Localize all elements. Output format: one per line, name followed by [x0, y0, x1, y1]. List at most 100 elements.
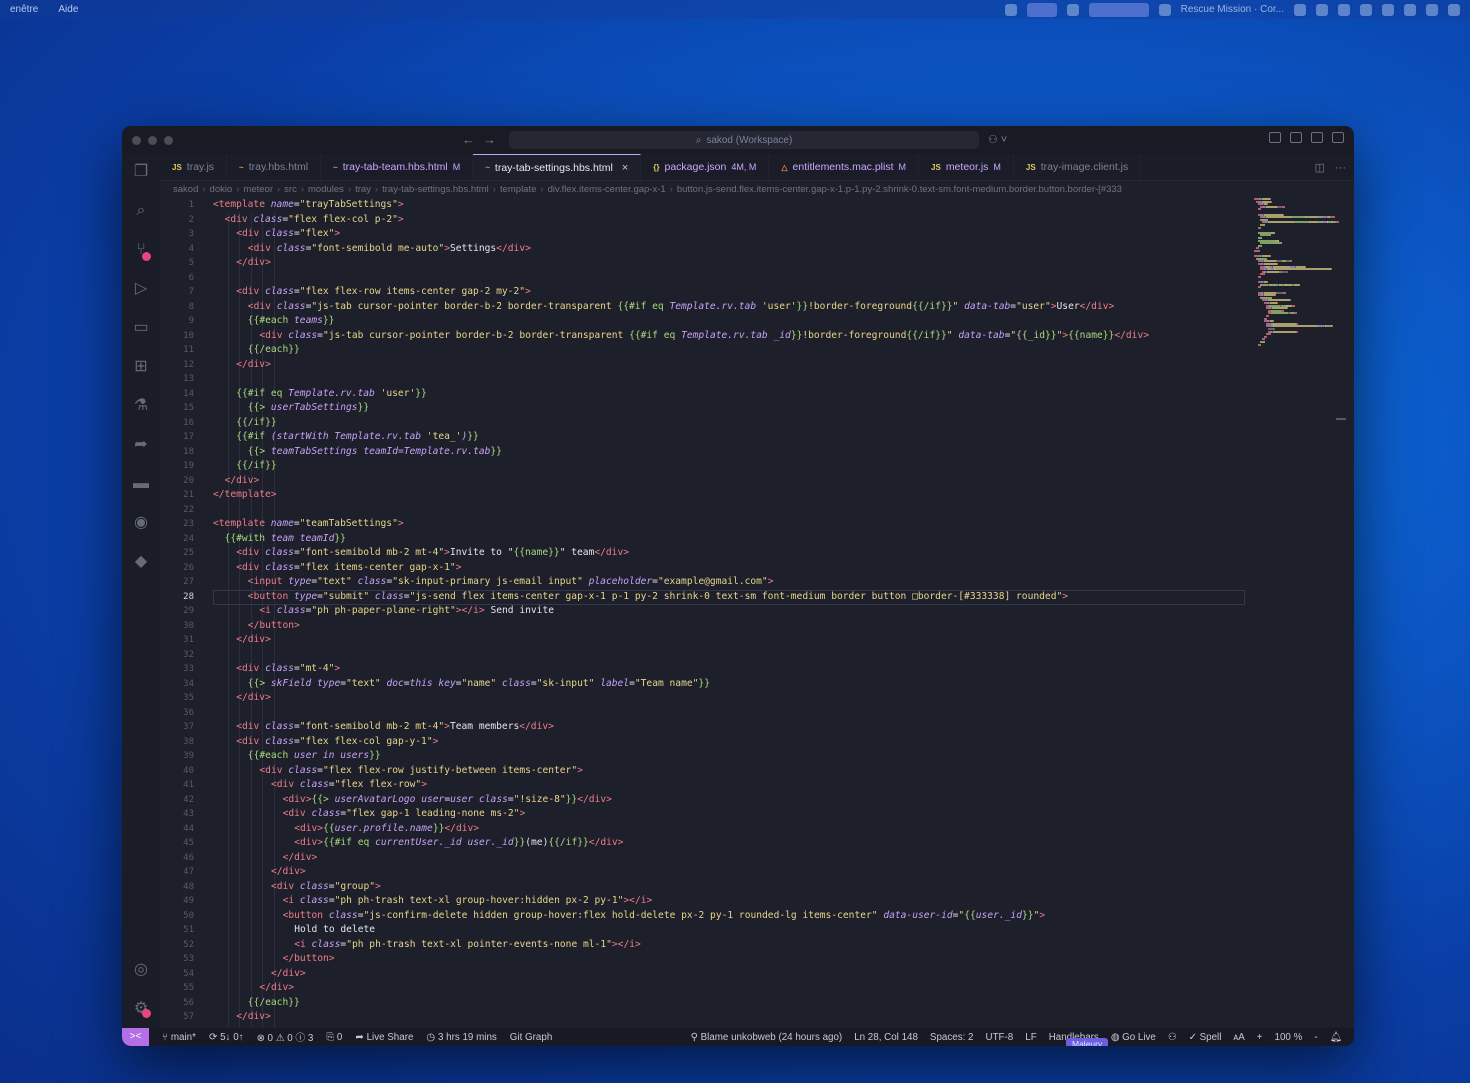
code-line[interactable]: 31 </div>: [160, 633, 1354, 648]
code-line[interactable]: 5 </div>: [160, 256, 1354, 271]
search-icon[interactable]: ⌕: [131, 201, 151, 221]
code-line[interactable]: 39 {{#each user in users}}: [160, 749, 1354, 764]
code-line[interactable]: 2 <div class="flex flex-col p-2">: [160, 213, 1354, 228]
tab-3[interactable]: ~ tray-tab-settings.hbs.html ×: [473, 154, 642, 180]
code-line[interactable]: 19 {{/if}}: [160, 459, 1354, 474]
sync-status[interactable]: ⟳ 5↓ 0↑: [209, 1032, 244, 1043]
branch-status[interactable]: ⑂ main*: [162, 1032, 196, 1043]
tray-bug-icon[interactable]: [1294, 3, 1306, 16]
copilot-status-icon[interactable]: ⚇: [1168, 1032, 1177, 1043]
close-window-button[interactable]: [132, 136, 141, 145]
code-line[interactable]: 46 </div>: [160, 851, 1354, 866]
code-line[interactable]: 41 <div class="flex flex-row">: [160, 778, 1354, 793]
time-tracker-status[interactable]: ◷ 3 hrs 19 mins: [426, 1032, 496, 1043]
breadcrumb-item[interactable]: div.flex.items-center.gap-x-1: [548, 184, 666, 195]
code-line[interactable]: 48 <div class="group">: [160, 880, 1354, 895]
tray-cat-icon[interactable]: [1338, 3, 1350, 16]
minimap[interactable]: [1254, 198, 1346, 420]
code-line[interactable]: 1 <template name="trayTabSettings">: [160, 198, 1354, 213]
tray-notion-icon[interactable]: [1426, 3, 1438, 16]
tab-0[interactable]: JS tray.js: [160, 154, 228, 180]
code-line[interactable]: 4 <div class="font-semibold me-auto">Sett…: [160, 242, 1354, 257]
code-line[interactable]: 34 {{> skField type="text" doc=this key="…: [160, 677, 1354, 692]
code-line[interactable]: 22: [160, 503, 1354, 518]
docker-icon[interactable]: ▬: [131, 474, 151, 494]
code-line[interactable]: 3 <div class="flex">: [160, 227, 1354, 242]
zoom-window-button[interactable]: [164, 136, 173, 145]
go-live-status[interactable]: ◍ Go Live: [1111, 1032, 1156, 1043]
live-share-status[interactable]: ➦ Live Share: [355, 1032, 413, 1043]
code-line[interactable]: 26 <div class="flex items-center gap-x-1"…: [160, 561, 1354, 576]
code-line[interactable]: 45 <div>{{#if eq currentUser._id user._id…: [160, 836, 1354, 851]
eol-status[interactable]: LF: [1025, 1032, 1036, 1043]
code-line[interactable]: 8 <div class="js-tab cursor-pointer borde…: [160, 300, 1354, 315]
extensions-icon[interactable]: ⊞: [131, 357, 151, 377]
tab-2[interactable]: ~ tray-tab-team.hbs.html M: [321, 154, 474, 180]
toggle-secondary-sidebar-icon[interactable]: [1311, 132, 1323, 143]
code-line[interactable]: 20 </div>: [160, 474, 1354, 489]
code-line[interactable]: 50 <button class="js-confirm-delete hidde…: [160, 909, 1354, 924]
git-graph-status[interactable]: Git Graph: [510, 1032, 552, 1043]
ports-status[interactable]: ⎘ 0: [326, 1032, 342, 1043]
code-line[interactable]: 9 {{#each teams}}: [160, 314, 1354, 329]
live-share-icon[interactable]: ➦: [131, 435, 151, 455]
tray-pin-icon[interactable]: [1066, 3, 1079, 16]
code-line[interactable]: 38 <div class="flex flex-col gap-y-1">: [160, 735, 1354, 750]
tray-record-icon[interactable]: [1004, 3, 1017, 16]
code-line[interactable]: 24 {{#with team teamId}}: [160, 532, 1354, 547]
code-line[interactable]: 11 {{/each}}: [160, 343, 1354, 358]
code-line[interactable]: 56 {{/each}}: [160, 996, 1354, 1011]
code-line[interactable]: 18 {{> teamTabSettings teamId=Template.rv…: [160, 445, 1354, 460]
gitlens-icon[interactable]: ◆: [131, 552, 151, 572]
remote-explorer-icon[interactable]: ▭: [131, 318, 151, 338]
tab-5[interactable]: △ entitlements.mac.plist M: [769, 154, 920, 180]
tray-rescue-mission[interactable]: Rescue Mission · Cor...: [1181, 4, 1284, 15]
tray-calendar-icon[interactable]: [1316, 3, 1328, 16]
toggle-sidebar-icon[interactable]: [1269, 132, 1281, 143]
code-line[interactable]: 14 {{#if eq Template.rv.tab 'user'}}: [160, 387, 1354, 402]
code-line[interactable]: 21 </template>: [160, 488, 1354, 503]
code-line[interactable]: 12 </div>: [160, 358, 1354, 373]
code-line[interactable]: 33 <div class="mt-4">: [160, 662, 1354, 677]
breadcrumb-item[interactable]: button.js-send.flex.items-center.gap-x-1…: [677, 184, 1122, 195]
code-line[interactable]: 54 </div>: [160, 967, 1354, 982]
tray-screen-icon[interactable]: [1026, 2, 1057, 17]
remote-indicator[interactable]: ><: [122, 1028, 149, 1046]
code-line[interactable]: 17 {{#if (startWith Template.rv.tab 'tea_…: [160, 430, 1354, 445]
code-line[interactable]: 44 <div>{{user.profile.name}}</div>: [160, 822, 1354, 837]
zoom-in-icon[interactable]: +: [1257, 1032, 1263, 1043]
code-line[interactable]: 47 </div>: [160, 865, 1354, 880]
code-line[interactable]: 40 <div class="flex flex-row justify-betw…: [160, 764, 1354, 779]
code-line[interactable]: 36: [160, 706, 1354, 721]
code-line[interactable]: 23 <template name="teamTabSettings">: [160, 517, 1354, 532]
spell-status[interactable]: ✓ Spell: [1189, 1032, 1222, 1043]
command-center-search[interactable]: ⌕ sakod (Workspace): [509, 131, 979, 149]
code-line[interactable]: 10 <div class="js-tab cursor-pointer bord…: [160, 329, 1354, 344]
code-line[interactable]: 52 <i class="ph ph-trash text-xl pointer-…: [160, 938, 1354, 953]
tray-media-controls-icon[interactable]: [1088, 2, 1149, 17]
tray-globe-icon[interactable]: [1158, 3, 1171, 16]
tab-7[interactable]: JS tray-image.client.js: [1014, 154, 1142, 180]
tray-app-icon[interactable]: [1360, 3, 1372, 16]
code-line[interactable]: 25 <div class="font-semibold mb-2 mt-4">I…: [160, 546, 1354, 561]
code-line[interactable]: 35 </div>: [160, 691, 1354, 706]
run-debug-icon[interactable]: ▷: [131, 279, 151, 299]
toggle-panel-icon[interactable]: [1290, 132, 1302, 143]
encoding-status[interactable]: UTF-8: [986, 1032, 1014, 1043]
code-line[interactable]: 29 <i class="ph ph-paper-plane-right"></i…: [160, 604, 1354, 619]
code-line[interactable]: 6: [160, 271, 1354, 286]
close-tab-icon[interactable]: ×: [622, 162, 628, 174]
back-arrow-icon[interactable]: ←: [462, 132, 483, 147]
tab-1[interactable]: ~ tray.hbs.html: [227, 154, 322, 180]
breadcrumb-item[interactable]: template: [500, 184, 536, 195]
breadcrumb-item[interactable]: src: [284, 184, 297, 195]
account-icon[interactable]: ◎: [131, 960, 151, 980]
code-line[interactable]: 32: [160, 648, 1354, 663]
tab-6[interactable]: JS meteor.js M: [919, 154, 1014, 180]
code-line[interactable]: 51 Hold to delete: [160, 923, 1354, 938]
code-line[interactable]: 42 <div>{{> userAvatarLogo user=user clas…: [160, 793, 1354, 808]
split-editor-icon[interactable]: ◫: [1315, 161, 1325, 174]
code-editor[interactable]: 1 <template name="trayTabSettings"> 2 <div …: [160, 198, 1354, 1028]
blame-status[interactable]: ⚲ Blame unkobweb (24 hours ago): [691, 1032, 843, 1043]
notifications-bell-icon[interactable]: 🔔︎: [1330, 1032, 1342, 1043]
